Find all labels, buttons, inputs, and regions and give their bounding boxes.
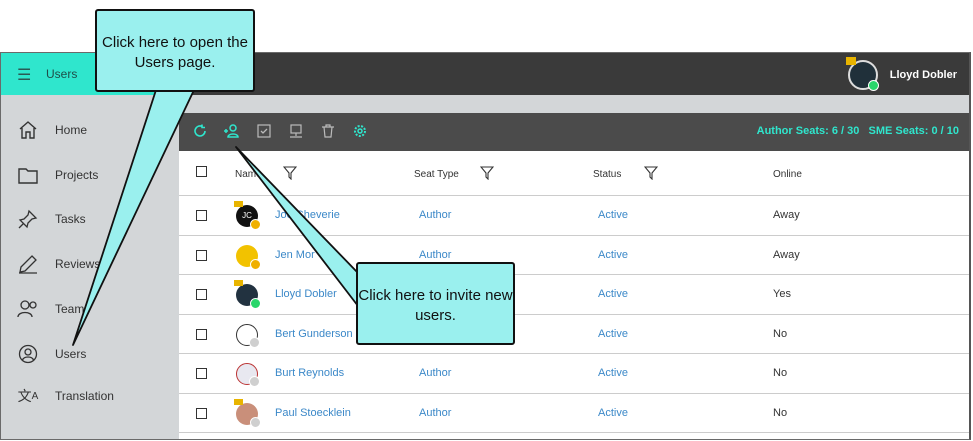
user-name: Lloyd Dobler: [889, 69, 957, 81]
table-row[interactable]: Lloyd Dobler Active Yes: [179, 275, 969, 315]
table-row[interactable]: Jen Mor Author Active Away: [179, 236, 969, 275]
table-row[interactable]: Burt Reynolds Author Active No: [179, 354, 969, 394]
filter-icon[interactable]: [283, 166, 297, 180]
status-link[interactable]: Active: [598, 328, 628, 340]
filter-icon[interactable]: [644, 166, 658, 180]
home-icon: [17, 119, 39, 141]
table-row[interactable]: Bert Gunderson Active No: [179, 315, 969, 354]
column-online[interactable]: Online: [773, 169, 802, 180]
sidebar-item-tasks[interactable]: Tasks: [1, 199, 179, 239]
users-toolbar: Author Seats: 6 / 30 SME Seats: 0 / 10: [179, 113, 969, 151]
sidebar-item-users[interactable]: Users: [1, 334, 179, 374]
seat-type[interactable]: Author: [419, 407, 451, 419]
avatar: [236, 244, 261, 270]
column-status[interactable]: Status: [593, 169, 621, 180]
user-name-link[interactable]: Jen Mor: [275, 249, 315, 261]
avatar: [234, 398, 261, 428]
status-link[interactable]: Active: [598, 209, 628, 221]
user-name-link[interactable]: Joe Cheverie: [275, 209, 340, 221]
app-window: ☰ Users Lloyd Dobler Home Projects Tasks…: [0, 52, 971, 440]
approve-icon[interactable]: [256, 123, 272, 139]
table-row[interactable]: Paul Stoecklein Author Active No: [179, 394, 969, 433]
user-name-link[interactable]: Burt Reynolds: [275, 367, 344, 379]
filter-icon[interactable]: [480, 166, 494, 180]
row-checkbox[interactable]: [196, 328, 207, 340]
row-checkbox[interactable]: [196, 407, 207, 419]
online-status: No: [773, 367, 788, 379]
online-status: Away: [773, 248, 800, 261]
table-row[interactable]: JC Joe Cheverie Author Active Away: [179, 196, 969, 236]
sidebar-item-team[interactable]: Team: [1, 289, 179, 329]
row-checkbox[interactable]: [196, 249, 207, 261]
seat-type[interactable]: Author: [419, 209, 451, 221]
avatar: JC: [234, 201, 261, 230]
main-content: Author Seats: 6 / 30 SME Seats: 0 / 10 N…: [179, 95, 969, 439]
user-name-link[interactable]: Bert Gunderson: [275, 328, 353, 340]
online-status: Yes: [773, 288, 791, 300]
status-link[interactable]: Active: [598, 249, 628, 261]
status-link[interactable]: Active: [598, 288, 628, 300]
computer-icon[interactable]: [288, 123, 304, 139]
user-circle-icon: [17, 343, 39, 365]
sidebar-item-reviews[interactable]: Reviews: [1, 244, 179, 284]
sidebar: Home Projects Tasks Reviews Team Users 文…: [1, 95, 179, 439]
column-seat-type[interactable]: Seat Type: [414, 169, 459, 180]
callout-invite-users: Click here to invite new users.: [356, 262, 515, 345]
translate-icon: 文A: [17, 388, 39, 404]
seat-type[interactable]: Author: [419, 367, 451, 379]
invite-user-icon[interactable]: [223, 123, 239, 139]
refresh-icon[interactable]: [192, 123, 208, 139]
folder-icon: [17, 164, 39, 186]
select-all-checkbox[interactable]: [196, 166, 207, 177]
online-status: No: [773, 406, 788, 419]
pen-icon: [17, 253, 39, 275]
user-name-link[interactable]: Lloyd Dobler: [275, 288, 337, 300]
users-table: Name Seat Type Status Online JC Joe Chev…: [179, 151, 969, 433]
settings-icon[interactable]: [352, 123, 368, 139]
row-checkbox[interactable]: [196, 289, 207, 300]
team-icon: [17, 298, 39, 320]
row-checkbox[interactable]: [196, 368, 207, 379]
status-link[interactable]: Active: [598, 407, 628, 419]
online-status: No: [773, 327, 788, 340]
avatar: [236, 323, 260, 348]
avatar: [234, 280, 261, 309]
column-name[interactable]: Name: [235, 169, 262, 180]
online-status: Away: [773, 209, 800, 221]
seat-count: Author Seats: 6 / 30 SME Seats: 0 / 10: [756, 125, 959, 137]
callout-users-page: Click here to open the Users page.: [95, 9, 255, 92]
hamburger-icon[interactable]: ☰: [17, 65, 31, 85]
page-title: Users: [46, 67, 78, 81]
row-checkbox[interactable]: [196, 210, 207, 221]
pin-icon: [17, 208, 39, 230]
seat-type[interactable]: Author: [419, 249, 451, 261]
avatar: [845, 57, 879, 91]
user-name-link[interactable]: Paul Stoecklein: [275, 407, 351, 419]
table-header: Name Seat Type Status Online: [179, 151, 969, 196]
current-user[interactable]: Lloyd Dobler: [845, 57, 957, 91]
trash-icon[interactable]: [320, 123, 336, 139]
sidebar-item-translation[interactable]: 文A Translation: [1, 376, 179, 416]
status-link[interactable]: Active: [598, 367, 628, 379]
avatar: [236, 363, 260, 387]
sidebar-item-projects[interactable]: Projects: [1, 155, 179, 195]
sidebar-item-home[interactable]: Home: [1, 110, 179, 150]
